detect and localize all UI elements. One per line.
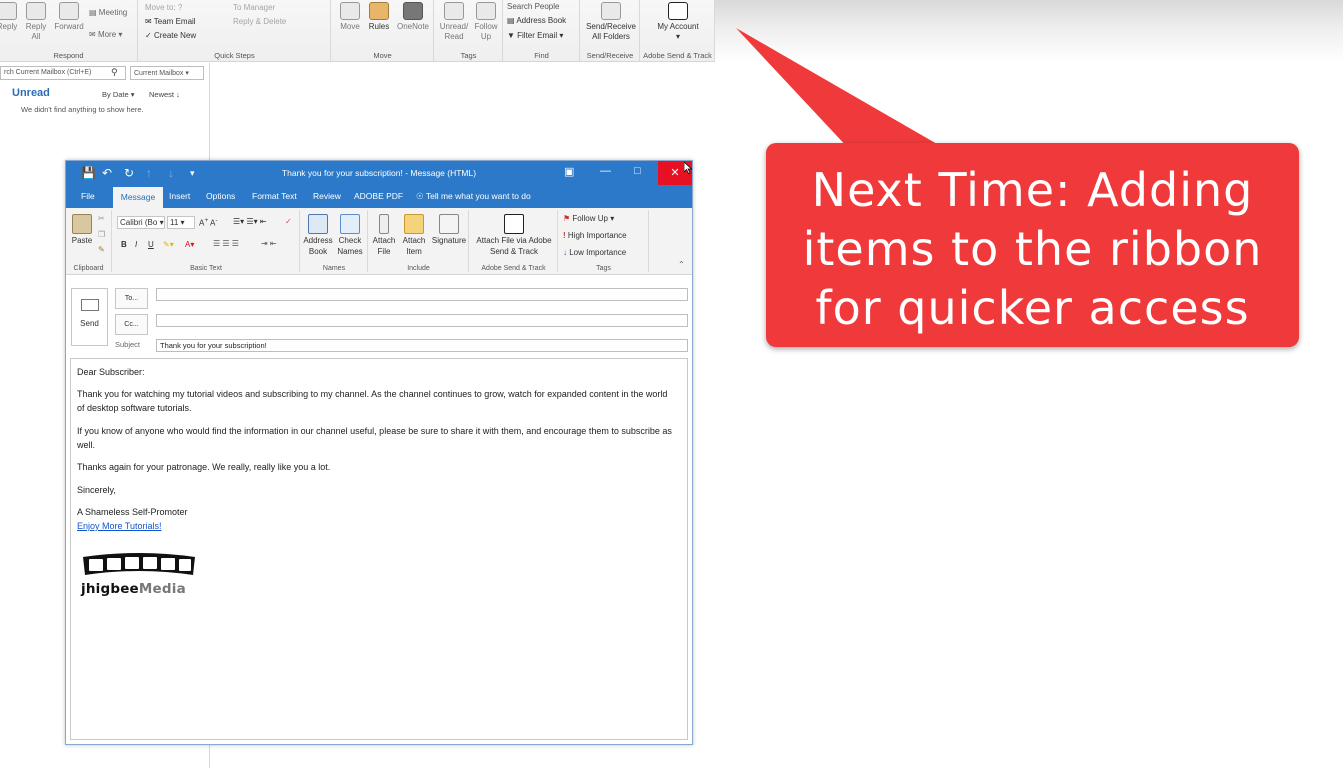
screen: Reply Reply All Forward ▤ Meeting ✉ More… bbox=[0, 0, 1343, 768]
callout-box: Next Time: Adding items to the ribbon fo… bbox=[766, 143, 1299, 347]
tab-adobe-pdf[interactable]: ADOBE PDF bbox=[354, 191, 403, 201]
check-names-icon bbox=[340, 214, 360, 234]
bullets-icon[interactable]: ☰▾ ☰▾ ⇤ bbox=[233, 217, 267, 226]
paste-icon bbox=[72, 214, 92, 234]
callout-line-1: Next Time: Adding bbox=[811, 163, 1254, 217]
tags-group: ⚑ Follow Up ▾ ! High Importance ↓ Low Im… bbox=[559, 210, 649, 272]
to-field[interactable] bbox=[156, 288, 688, 301]
adobe-send-track-group: Attach File via Adobe Send & Track Adobe… bbox=[470, 210, 558, 272]
paperclip-icon bbox=[379, 214, 389, 234]
subject-field[interactable]: Thank you for your subscription! bbox=[156, 339, 688, 352]
low-importance-button[interactable]: ↓ Low Importance bbox=[563, 248, 626, 257]
underline-icon[interactable]: U bbox=[148, 240, 154, 249]
to-button[interactable]: To... bbox=[115, 288, 148, 309]
greeting: Dear Subscriber: bbox=[77, 367, 145, 377]
tab-insert[interactable]: Insert bbox=[169, 191, 190, 201]
bold-icon[interactable]: B bbox=[121, 240, 127, 249]
tags-label: Tags bbox=[596, 265, 611, 272]
paragraph-3: Thanks again for your patronage. We real… bbox=[77, 462, 331, 472]
address-book-icon bbox=[308, 214, 328, 234]
signature-button[interactable]: Signature bbox=[430, 214, 468, 246]
subject-label: Subject bbox=[115, 340, 141, 349]
adobe-send-track-label: Adobe Send & Track bbox=[481, 265, 546, 272]
font-name-dropdown[interactable]: Calibri (Bo ▾ bbox=[117, 216, 165, 229]
signature-icon bbox=[439, 214, 459, 234]
paste-button[interactable]: Paste bbox=[69, 214, 95, 246]
clipboard-label: Clipboard bbox=[73, 265, 104, 272]
window-title: Thank you for your subscription! - Messa… bbox=[281, 168, 477, 178]
flag-icon: ⚑ bbox=[563, 214, 571, 223]
check-names-button[interactable]: Check Names bbox=[335, 214, 365, 257]
message-window: 💾 ↶ ↻ ↑ ↓ ▾ Thank you for your subscript… bbox=[65, 160, 693, 745]
jhigbee-media-logo: jhigbeeMedia bbox=[81, 551, 197, 605]
paragraph-2: If you know of anyone who would find the… bbox=[77, 426, 672, 450]
close-icon: ✕ bbox=[670, 167, 680, 179]
ribbon-tabs: File Message Insert Options Format Text … bbox=[66, 187, 692, 208]
address-book-button[interactable]: Address Book bbox=[303, 214, 333, 257]
cc-button[interactable]: Cc... bbox=[115, 314, 148, 335]
include-label: Include bbox=[407, 265, 430, 272]
format-painter-icon[interactable]: ✎ bbox=[98, 245, 105, 254]
font-size-dropdown[interactable]: 11 ▾ bbox=[167, 216, 195, 229]
tab-format-text[interactable]: Format Text bbox=[252, 191, 297, 201]
maximize-icon[interactable]: □ bbox=[634, 165, 641, 177]
follow-up-button[interactable]: ⚑ Follow Up ▾ bbox=[563, 214, 614, 223]
callout-line-2: items to the ribbon bbox=[802, 222, 1263, 276]
high-importance-button[interactable]: ! High Importance bbox=[563, 231, 627, 240]
exclamation-icon: ! bbox=[563, 231, 566, 240]
ribbon-display-icon[interactable]: ▣ bbox=[564, 165, 574, 178]
cc-field[interactable] bbox=[156, 314, 688, 327]
send-icon bbox=[80, 299, 99, 311]
basic-text-group: Calibri (Bo ▾ 11 ▾ A+ A- ☰▾ ☰▾ ⇤ ✓ B I U… bbox=[113, 210, 300, 272]
message-ribbon: Paste ✂ ❐ ✎ Clipboard Calibri (Bo ▾ 11 ▾… bbox=[66, 208, 692, 275]
indent-icon[interactable]: ⇥ ⇤ bbox=[261, 239, 277, 248]
send-button[interactable]: Send bbox=[71, 288, 108, 346]
callout-line-3: for quicker access bbox=[815, 281, 1250, 335]
attach-item-button[interactable]: Attach Item bbox=[400, 214, 428, 257]
tab-message[interactable]: Message bbox=[113, 187, 163, 208]
include-group: Attach File Attach Item Signature Includ… bbox=[369, 210, 469, 272]
film-strip-icon bbox=[83, 553, 195, 575]
tutorials-link[interactable]: Enjoy More Tutorials! bbox=[77, 519, 677, 533]
adobe-attach-icon bbox=[504, 214, 524, 234]
message-body[interactable]: Dear Subscriber: Thank you for watching … bbox=[70, 358, 688, 740]
mouse-pointer-icon bbox=[684, 162, 692, 174]
cut-icon[interactable]: ✂ bbox=[98, 214, 105, 223]
align-icon[interactable]: ☰ ☰ ☰ bbox=[213, 239, 239, 248]
italic-icon[interactable]: I bbox=[135, 240, 137, 249]
minimize-icon[interactable]: — bbox=[600, 165, 611, 177]
tab-file[interactable]: File bbox=[81, 191, 95, 201]
names-group: Address Book Check Names Names bbox=[301, 210, 368, 272]
closing: Sincerely, bbox=[77, 485, 116, 495]
lightbulb-icon: ☉ bbox=[416, 191, 424, 201]
font-color-icon[interactable]: A▾ bbox=[185, 240, 194, 249]
callout-text: Next Time: Adding items to the ribbon fo… bbox=[766, 161, 1299, 338]
grow-font-icon[interactable]: A+ A- bbox=[199, 217, 218, 228]
tab-review[interactable]: Review bbox=[313, 191, 341, 201]
logo-wordmark: jhigbeeMedia bbox=[81, 581, 186, 597]
collapse-ribbon-icon[interactable]: ⌃ bbox=[678, 260, 685, 269]
tell-me-box[interactable]: ☉ Tell me what you want to do bbox=[416, 191, 531, 202]
title-bar: 💾 ↶ ↻ ↑ ↓ ▾ Thank you for your subscript… bbox=[66, 161, 692, 187]
names-label: Names bbox=[322, 265, 346, 272]
attach-item-icon bbox=[404, 214, 424, 234]
attach-file-button[interactable]: Attach File bbox=[370, 214, 398, 257]
down-arrow-icon: ↓ bbox=[563, 248, 567, 257]
copy-icon[interactable]: ❐ bbox=[98, 230, 105, 239]
highlight-icon[interactable]: ✎▾ bbox=[163, 240, 174, 249]
paragraph-1: Thank you for watching my tutorial video… bbox=[77, 389, 668, 413]
clear-format-icon[interactable]: ✓ bbox=[285, 217, 292, 226]
signature-name: A Shameless Self-Promoter bbox=[77, 507, 188, 517]
tab-options[interactable]: Options bbox=[206, 191, 235, 201]
clipboard-group: Paste ✂ ❐ ✎ Clipboard bbox=[66, 210, 112, 272]
attach-via-adobe-button[interactable]: Attach File via Adobe Send & Track bbox=[472, 214, 556, 257]
basic-text-label: Basic Text bbox=[190, 265, 222, 272]
